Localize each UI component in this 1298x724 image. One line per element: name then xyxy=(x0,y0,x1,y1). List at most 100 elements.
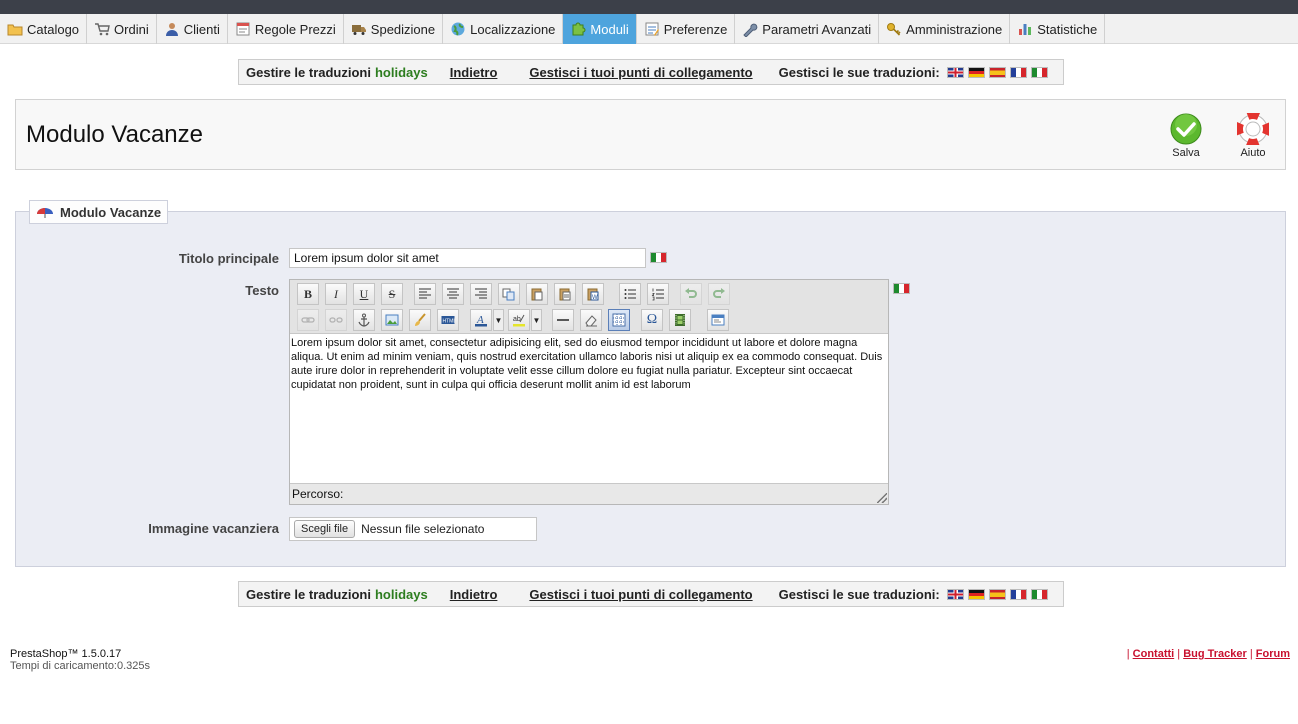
anchor-button[interactable] xyxy=(353,309,375,331)
price-rules-icon xyxy=(236,22,250,36)
tab-label: Catalogo xyxy=(27,21,80,37)
tab-label: Amministrazione xyxy=(906,21,1003,37)
align-right-icon xyxy=(475,288,487,299)
tab-moduli[interactable]: Moduli xyxy=(563,14,637,44)
numbered-list-button[interactable] xyxy=(647,283,669,305)
redo-button[interactable] xyxy=(708,283,730,305)
footer-separator: | xyxy=(1177,648,1181,660)
it-flag-icon[interactable] xyxy=(893,283,910,294)
align-center-button[interactable] xyxy=(442,283,464,305)
horizontal-rule-button[interactable] xyxy=(552,309,574,331)
it-flag-icon[interactable] xyxy=(1030,588,1048,600)
back-link[interactable]: Indietro xyxy=(450,587,498,602)
insert-media-button[interactable] xyxy=(669,309,691,331)
de-flag-icon[interactable] xyxy=(967,66,985,78)
align-right-button[interactable] xyxy=(470,283,492,305)
its-translations-label: Gestisci le sue traduzioni: xyxy=(778,586,940,602)
align-center-icon xyxy=(447,288,459,299)
remove-format-button[interactable] xyxy=(580,309,602,331)
tab-catalogo[interactable]: Catalogo xyxy=(0,14,88,44)
horizontal-rule-icon xyxy=(557,319,569,321)
paste-word-button[interactable]: W xyxy=(582,283,604,305)
align-left-icon xyxy=(419,288,431,299)
image-file-input[interactable]: Scegli file Nessun file selezionato xyxy=(289,517,537,541)
save-button[interactable]: Salva xyxy=(1164,113,1208,159)
title-panel: Modulo Vacanze Salva Aiuto xyxy=(15,99,1286,170)
bug-tracker-link[interactable]: Bug Tracker xyxy=(1183,648,1247,660)
italic-button[interactable]: I xyxy=(325,283,347,305)
cleanup-button[interactable] xyxy=(409,309,431,331)
es-flag-icon[interactable] xyxy=(988,66,1006,78)
tab-ordini[interactable]: Ordini xyxy=(87,14,157,44)
resize-handle[interactable] xyxy=(877,493,887,503)
paste-text-button[interactable] xyxy=(554,283,576,305)
highlight-color-dropdown[interactable]: ▼ xyxy=(531,309,542,331)
link-button[interactable] xyxy=(297,309,319,331)
fr-flag-icon[interactable] xyxy=(1009,588,1027,600)
it-flag-icon[interactable] xyxy=(650,252,667,263)
tab-label: Moduli xyxy=(590,21,629,37)
text-color-button[interactable]: A xyxy=(470,309,492,331)
tab-clienti[interactable]: Clienti xyxy=(157,14,228,44)
anchor-icon xyxy=(358,313,370,327)
special-char-button[interactable]: Ω xyxy=(641,309,663,331)
manage-translations-label: Gestire le traduzioni xyxy=(246,64,371,80)
strikethrough-button[interactable]: S xyxy=(381,283,403,305)
choose-file-button[interactable]: Scegli file xyxy=(294,520,356,538)
tab-label: Preferenze xyxy=(663,21,728,37)
forum-link[interactable]: Forum xyxy=(1256,648,1290,660)
bullet-list-icon xyxy=(624,289,636,299)
check-icon xyxy=(1170,113,1202,145)
tab-amministrazione[interactable]: Amministrazione xyxy=(879,14,1011,44)
image-field-label: Immagine vacanziera xyxy=(148,521,279,536)
gb-flag-icon[interactable] xyxy=(946,66,964,78)
highlight-color-button[interactable]: ab xyxy=(508,309,530,331)
footer-links: | Contatti | Bug Tracker | Forum xyxy=(1127,648,1290,660)
it-flag-icon[interactable] xyxy=(1030,66,1048,78)
hooks-link[interactable]: Gestisci i tuoi punti di collegamento xyxy=(529,587,752,602)
tab-parametri-avanzati[interactable]: Parametri Avanzati xyxy=(735,14,880,44)
manage-translations-label: Gestire le traduzioni xyxy=(246,586,371,602)
text-field-label: Testo xyxy=(245,283,279,298)
undo-button[interactable] xyxy=(680,283,702,305)
table-icon xyxy=(612,313,626,327)
gb-flag-icon[interactable] xyxy=(946,588,964,600)
brush-icon xyxy=(415,313,426,326)
help-button[interactable]: Aiuto xyxy=(1231,113,1275,159)
copy-button[interactable] xyxy=(498,283,520,305)
tab-spedizione[interactable]: Spedizione xyxy=(344,14,444,44)
editor-content[interactable]: Lorem ipsum dolor sit amet, consectetur … xyxy=(290,335,888,483)
de-flag-icon[interactable] xyxy=(967,588,985,600)
html-source-button[interactable]: HTML xyxy=(437,309,459,331)
text-color-dropdown[interactable]: ▼ xyxy=(493,309,504,331)
editor-toolbar: B I U S W HTML A ▼ ab ▼ Ω xyxy=(290,280,888,334)
insert-image-button[interactable] xyxy=(381,309,403,331)
wrench-icon xyxy=(743,23,758,37)
visual-aid-button[interactable] xyxy=(608,309,630,331)
bar-chart-icon xyxy=(1019,24,1032,35)
hooks-link[interactable]: Gestisci i tuoi punti di collegamento xyxy=(529,65,752,80)
title-input[interactable]: Lorem ipsum dolor sit amet xyxy=(289,248,646,268)
bullet-list-button[interactable] xyxy=(619,283,641,305)
its-translations-label: Gestisci le sue traduzioni: xyxy=(778,64,940,80)
tab-localizzazione[interactable]: Localizzazione xyxy=(443,14,564,44)
unlink-button[interactable] xyxy=(325,309,347,331)
paste-text-icon xyxy=(559,288,571,301)
contacts-link[interactable]: Contatti xyxy=(1133,648,1175,660)
underline-button[interactable]: U xyxy=(353,283,375,305)
tab-regole-prezzi[interactable]: Regole Prezzi xyxy=(228,14,344,44)
paste-button[interactable] xyxy=(526,283,548,305)
back-link[interactable]: Indietro xyxy=(450,65,498,80)
es-flag-icon[interactable] xyxy=(988,588,1006,600)
align-left-button[interactable] xyxy=(414,283,436,305)
fullscreen-button[interactable] xyxy=(707,309,729,331)
text-color-icon: A xyxy=(475,314,487,327)
tab-preferenze[interactable]: Preferenze xyxy=(637,14,736,44)
bold-button[interactable]: B xyxy=(297,283,319,305)
key-icon xyxy=(887,23,901,36)
eraser-icon xyxy=(585,315,597,327)
fr-flag-icon[interactable] xyxy=(1009,66,1027,78)
tab-statistiche[interactable]: Statistiche xyxy=(1010,14,1106,44)
user-icon xyxy=(165,23,178,36)
module-name: holidays xyxy=(374,586,428,602)
